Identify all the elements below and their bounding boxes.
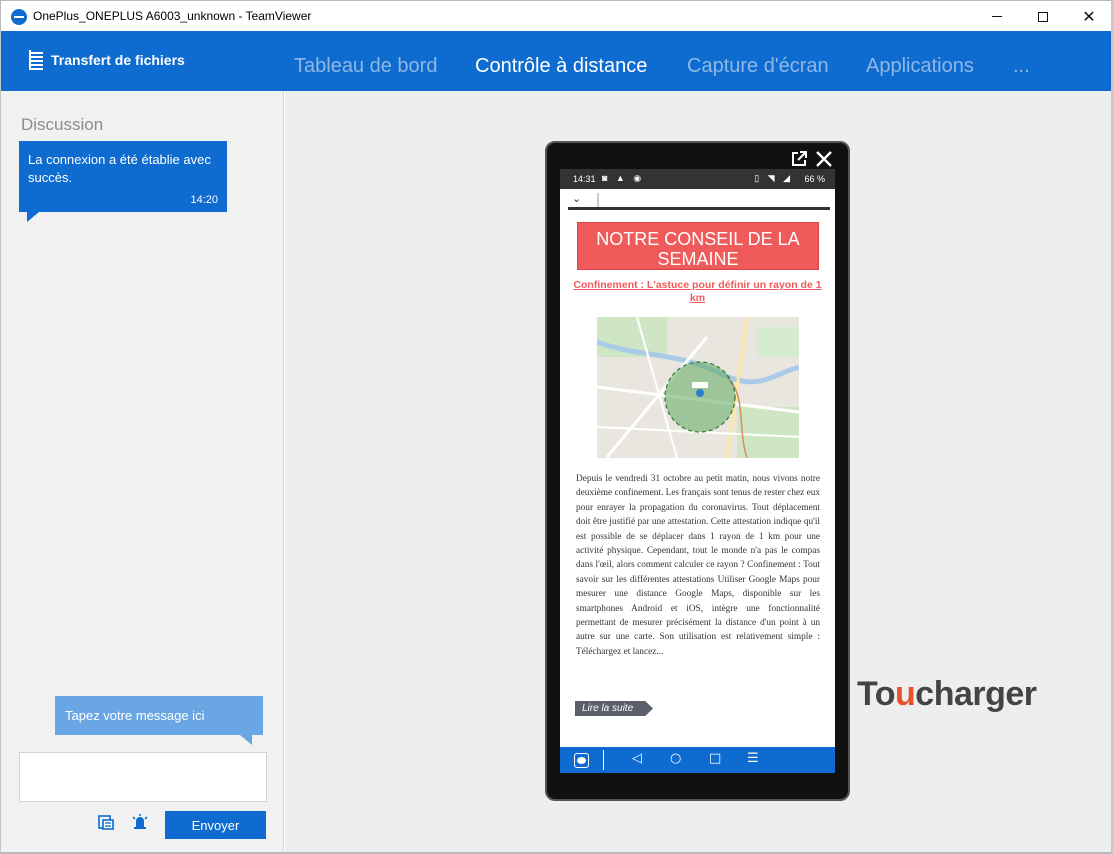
- main-header: Transfert de fichiers Tableau de bord Co…: [1, 31, 1112, 91]
- close-icon: ✕: [1082, 7, 1096, 26]
- article-body: Depuis le vendredi 31 octobre au petit m…: [576, 474, 820, 657]
- teamviewer-menu-icon[interactable]: [574, 753, 589, 768]
- chat-message-text: La connexion a été établie avec succès.: [28, 152, 211, 185]
- advice-banner: NOTRE CONSEIL DE LA SEMAINE: [577, 222, 819, 270]
- chat-title: Discussion: [21, 115, 104, 134]
- file-transfer-button[interactable]: Transfert de fichiers: [29, 50, 185, 70]
- chat-message-input[interactable]: [19, 752, 267, 802]
- file-transfer-icon: [29, 50, 43, 70]
- minimize-icon: [992, 16, 1002, 17]
- tab-remote-control[interactable]: Contrôle à distance: [475, 55, 647, 78]
- status-battery: 66 %: [804, 174, 825, 184]
- tab-screenshot[interactable]: Capture d'écran: [687, 55, 829, 78]
- tab-applications[interactable]: Applications: [866, 55, 974, 78]
- article-title-link[interactable]: Confinement : L'astuce pour définir un r…: [565, 279, 830, 305]
- status-time: 14:31: [573, 174, 596, 184]
- android-status-bar: 14:31 ◙ ▲ ◉ ▯ ◥ ◢ 66 %: [560, 169, 835, 189]
- chat-bubble-tail: [27, 212, 39, 222]
- chat-message-time: 14:20: [190, 194, 218, 206]
- title-bar: OnePlus_ONEPLUS A6003_unknown - TeamView…: [0, 0, 1113, 31]
- menu-icon[interactable]: ☰: [747, 751, 759, 766]
- chevron-down-icon[interactable]: ⌄: [572, 192, 581, 205]
- file-transfer-label: Transfert de fichiers: [51, 52, 185, 68]
- recents-icon[interactable]: □: [709, 751, 721, 766]
- chat-panel: Discussion La connexion a été établie av…: [1, 91, 284, 853]
- back-icon[interactable]: ◁: [632, 751, 642, 766]
- open-external-icon[interactable]: [789, 149, 809, 169]
- status-signal-icons: ▯ ◥ ◢: [754, 173, 793, 183]
- teamviewer-logo-icon: [11, 9, 27, 25]
- chat-input-hint: Tapez votre message ici: [55, 696, 263, 745]
- teamviewer-phone-navbar: ◁ ○ □ ☰: [560, 745, 835, 773]
- tab-more[interactable]: ...: [1013, 55, 1030, 78]
- hint-bubble-tail: [240, 735, 252, 745]
- close-view-icon[interactable]: [814, 149, 834, 169]
- maximize-icon: [1038, 11, 1048, 22]
- send-button[interactable]: Envoyer: [165, 811, 266, 839]
- window-title: OnePlus_ONEPLUS A6003_unknown - TeamView…: [33, 9, 312, 23]
- browser-toolbar: ⌄: [560, 189, 835, 211]
- chat-input-hint-text: Tapez votre message ici: [65, 708, 205, 723]
- status-notification-icons: ◙ ▲ ◉: [602, 173, 645, 183]
- file-box-icon[interactable]: [97, 813, 115, 831]
- home-icon[interactable]: ○: [670, 751, 681, 766]
- alarm-icon[interactable]: [131, 813, 149, 831]
- read-more-button[interactable]: Lire la suite: [575, 701, 653, 716]
- navbar-separator: [603, 750, 604, 770]
- minimize-button[interactable]: [974, 1, 1020, 32]
- chat-message: La connexion a été établie avec succès. …: [19, 141, 227, 222]
- map-image: [597, 317, 799, 458]
- maximize-button[interactable]: [1020, 1, 1066, 32]
- tab-separator: [597, 193, 599, 207]
- navbar-indicator: [636, 745, 756, 747]
- tab-underline: [568, 207, 830, 210]
- tab-dashboard[interactable]: Tableau de bord: [294, 55, 437, 78]
- toucharger-watermark-logo: Toucharger: [857, 675, 1037, 713]
- close-button[interactable]: ✕: [1066, 1, 1112, 32]
- phone-screen[interactable]: 14:31 ◙ ▲ ◉ ▯ ◥ ◢ 66 % ⌄ NOTRE CONSEIL D…: [560, 169, 835, 773]
